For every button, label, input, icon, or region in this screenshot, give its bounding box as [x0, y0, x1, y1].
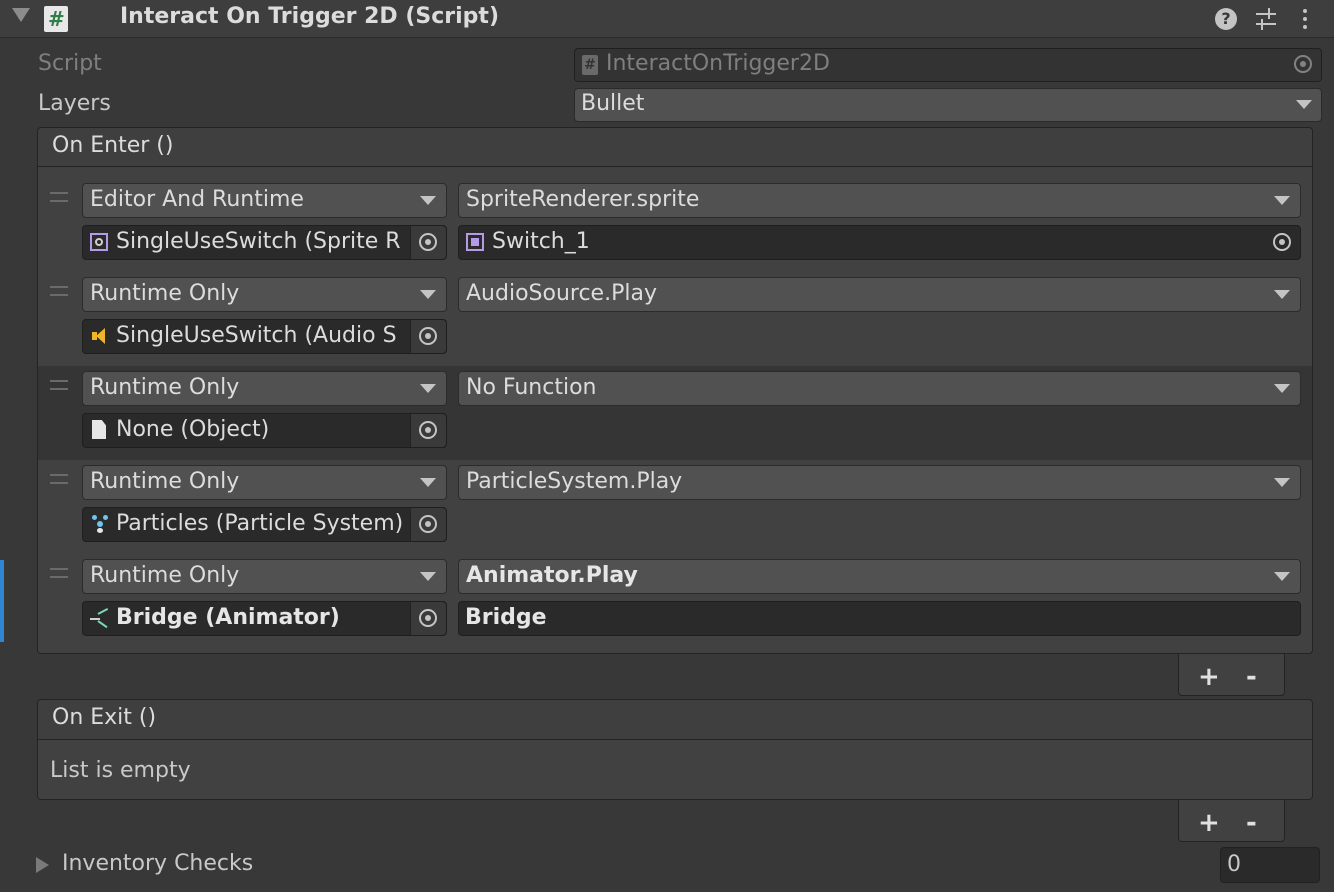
drag-handle-icon[interactable]	[50, 568, 68, 578]
function-value: Animator.Play	[466, 563, 638, 588]
on-exit-header	[37, 699, 1313, 740]
inventory-count-value: 0	[1227, 852, 1241, 877]
on-exit-list	[37, 740, 1313, 800]
drag-handle-icon[interactable]	[50, 192, 68, 202]
runtime-value: Editor And Runtime	[90, 187, 304, 212]
chevron-down-icon	[420, 290, 436, 299]
document-icon	[92, 420, 106, 439]
object-picker-icon	[1294, 55, 1312, 73]
target-object-value: SingleUseSwitch (Sprite R	[116, 229, 401, 254]
target-object-value: None (Object)	[116, 417, 270, 442]
object-picker-icon	[419, 609, 437, 627]
function-value: No Function	[466, 375, 597, 400]
on-enter-header	[37, 127, 1313, 167]
layers-value: Bullet	[581, 91, 645, 116]
triangle-right-icon[interactable]	[36, 857, 49, 873]
animator-icon	[90, 607, 110, 629]
chevron-down-icon	[1274, 290, 1290, 299]
layers-dropdown[interactable]	[574, 88, 1322, 122]
audio-source-icon	[92, 328, 108, 344]
kebab-menu-icon[interactable]	[1302, 8, 1308, 30]
target-object-value: Bridge (Animator)	[116, 605, 340, 630]
object-picker-icon	[419, 327, 437, 345]
argument-value: Bridge	[465, 605, 547, 630]
function-value: ParticleSystem.Play	[466, 469, 683, 494]
chevron-down-icon	[1274, 384, 1290, 393]
add-event-button[interactable]: +	[1198, 810, 1220, 836]
sliders-icon[interactable]	[1256, 8, 1278, 30]
on-enter-title: On Enter ()	[52, 133, 174, 158]
layers-label: Layers	[38, 91, 111, 116]
script-value: InteractOnTrigger2D	[606, 51, 830, 76]
remove-event-button[interactable]: -	[1246, 810, 1257, 836]
on-exit-title: On Exit ()	[52, 705, 157, 730]
csharp-script-icon: #	[44, 6, 68, 32]
selection-indicator	[0, 560, 4, 642]
chevron-down-icon	[1274, 478, 1290, 487]
chevron-down-icon	[1274, 196, 1290, 205]
runtime-value: Runtime Only	[90, 469, 240, 494]
help-icon[interactable]: ?	[1215, 8, 1237, 30]
runtime-value: Runtime Only	[90, 375, 240, 400]
chevron-down-icon	[1274, 572, 1290, 581]
chevron-down-icon	[420, 478, 436, 487]
inventory-checks-label[interactable]: Inventory Checks	[62, 851, 253, 876]
target-object-value: Particles (Particle System)	[116, 511, 404, 536]
add-event-button[interactable]: +	[1198, 664, 1220, 690]
drag-handle-icon[interactable]	[50, 474, 68, 484]
object-picker-icon	[419, 421, 437, 439]
target-object-value: SingleUseSwitch (Audio S	[116, 323, 397, 348]
drag-handle-icon[interactable]	[50, 380, 68, 390]
object-picker-icon	[419, 515, 437, 533]
runtime-value: Runtime Only	[90, 563, 240, 588]
chevron-down-icon	[420, 196, 436, 205]
remove-event-button[interactable]: -	[1246, 664, 1257, 690]
function-value: SpriteRenderer.sprite	[466, 187, 700, 212]
function-value: AudioSource.Play	[466, 281, 657, 306]
on-exit-add-remove	[1178, 800, 1285, 842]
chevron-down-icon	[1296, 100, 1312, 109]
on-enter-add-remove	[1178, 654, 1285, 696]
chevron-down-icon	[420, 384, 436, 393]
triangle-down-icon[interactable]	[12, 8, 30, 22]
argument-text-field[interactable]	[458, 601, 1301, 636]
particle-system-icon	[92, 515, 110, 533]
drag-handle-icon[interactable]	[50, 286, 68, 296]
object-picker-icon	[419, 233, 437, 251]
component-title: Interact On Trigger 2D (Script)	[120, 4, 500, 29]
script-label: Script	[38, 51, 102, 76]
chevron-down-icon	[420, 572, 436, 581]
argument-value: Switch_1	[492, 229, 590, 254]
runtime-value: Runtime Only	[90, 281, 240, 306]
empty-list-text: List is empty	[50, 758, 191, 783]
csharp-script-icon: #	[582, 55, 598, 75]
sprite-renderer-icon	[90, 233, 108, 251]
object-picker-icon[interactable]	[1273, 233, 1291, 251]
sprite-icon	[466, 233, 484, 251]
